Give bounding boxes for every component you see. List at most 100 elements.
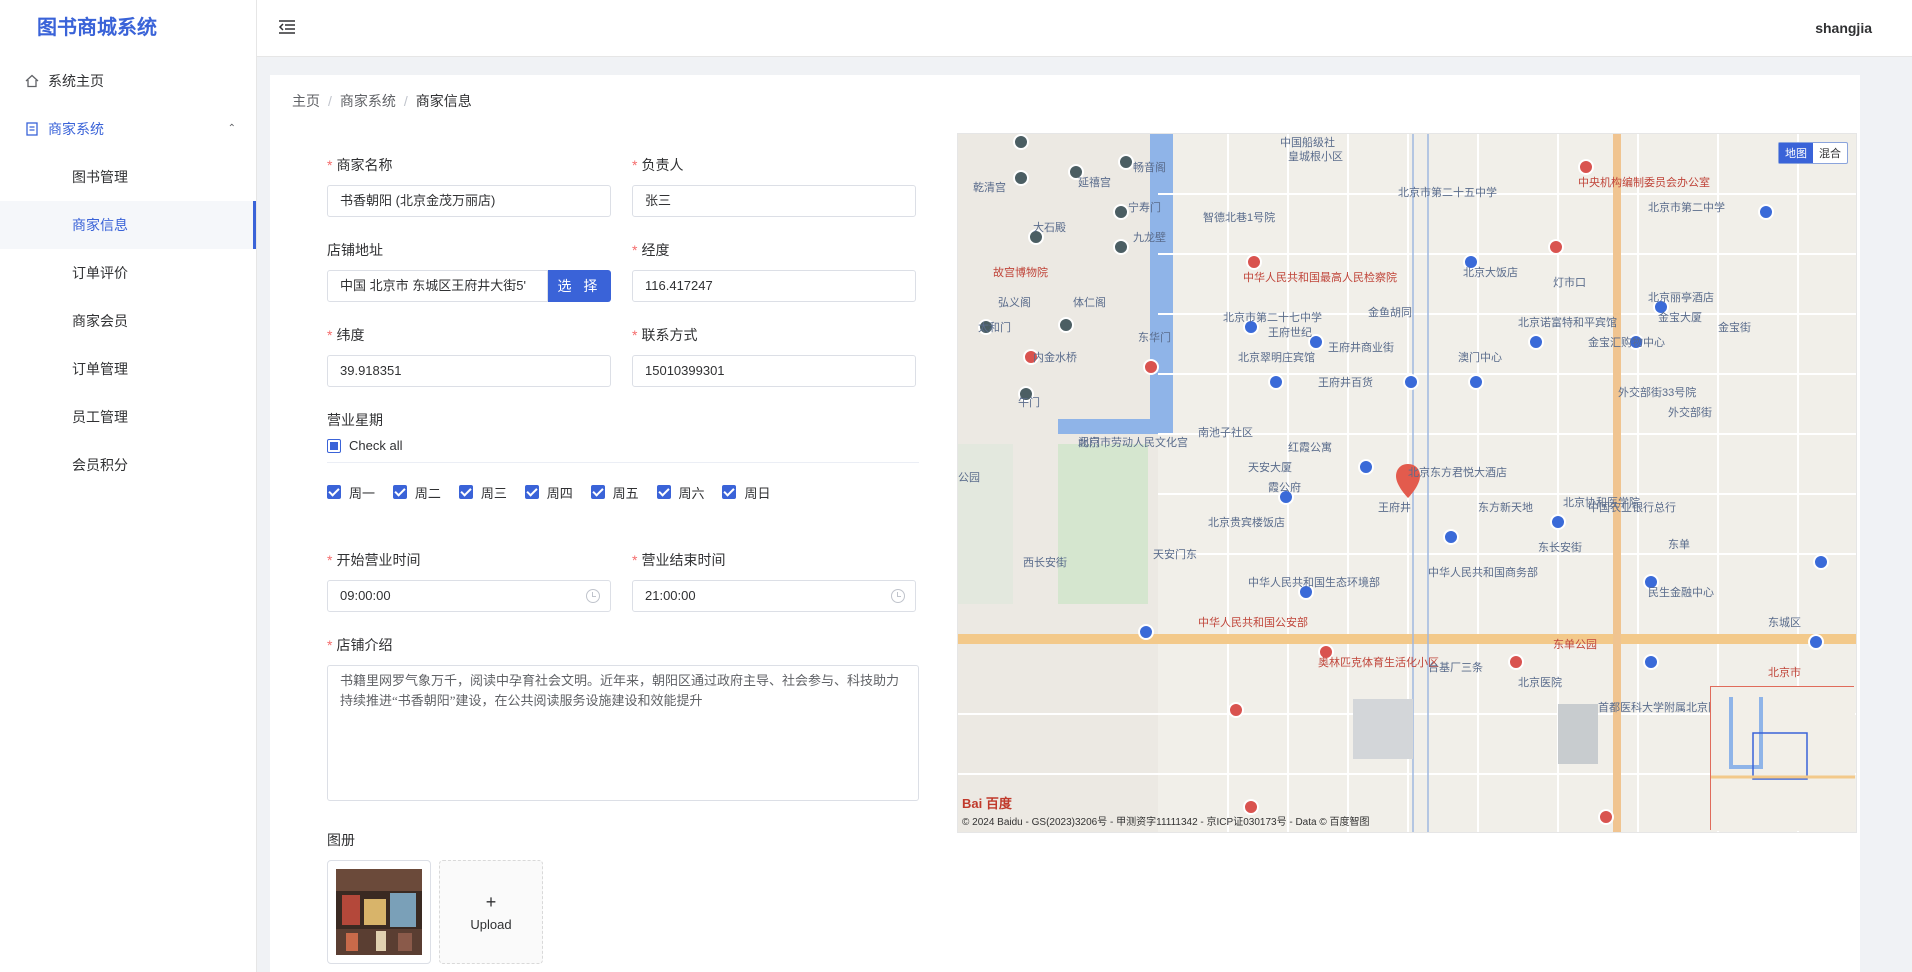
breadcrumb-current: 商家信息 [415, 93, 472, 109]
sidebar-item-label: 系统主页 [48, 73, 104, 89]
sidebar-item-label: 商家信息 [72, 217, 128, 233]
address-input[interactable]: 中国 北京市 东城区王府井大街5' [327, 270, 548, 302]
open-time-picker[interactable]: 09:00:00 [327, 580, 611, 612]
map-poi-icon[interactable] [1113, 239, 1129, 255]
map-type-switch: 地图 混合 [1778, 142, 1848, 164]
map-poi-icon[interactable] [1403, 374, 1419, 390]
map-poi-icon[interactable] [1118, 154, 1134, 170]
map-poi-icon[interactable] [1138, 624, 1154, 640]
contact-input[interactable]: 15010399301 [632, 355, 916, 387]
breadcrumb-merchant[interactable]: 商家系统 [340, 93, 396, 109]
field-album: 图册 + Upload [327, 830, 919, 964]
longitude-input[interactable]: 116.417247 [632, 270, 916, 302]
breadcrumb-home[interactable]: 主页 [292, 93, 320, 109]
latitude-input[interactable]: 39.918351 [327, 355, 611, 387]
map-poi-icon[interactable] [1598, 809, 1614, 825]
map-poi-icon[interactable] [1578, 159, 1594, 175]
app-logo: 图书商城系统 [37, 17, 157, 39]
field-label: 营业星期 [327, 412, 383, 428]
map-poi-icon[interactable] [1508, 654, 1524, 670]
map-poi-icon[interactable] [1268, 374, 1284, 390]
upload-button[interactable]: + Upload [439, 860, 543, 964]
field-close-time: * 营业结束时间 21:00:00 [632, 550, 916, 612]
map-place-label: 南池子社区 [1198, 427, 1253, 439]
field-manager: * 负责人 张三 [632, 155, 916, 217]
field-label: 店铺介绍 [336, 637, 393, 653]
map-place-label: 东城区 [1768, 617, 1801, 629]
map-poi-icon[interactable] [1550, 514, 1566, 530]
map-poi-icon[interactable] [1058, 317, 1074, 333]
sidebar-group-label: 商家系统 [48, 121, 104, 137]
sidebar-item-points[interactable]: 会员积分 [0, 441, 256, 489]
sidebar-item-order-review[interactable]: 订单评价 [0, 249, 256, 297]
map-place-label: 王府井 [1378, 502, 1411, 514]
map-poi-icon[interactable] [1143, 359, 1159, 375]
map-place-label: 外交部街33号院 [1618, 387, 1697, 399]
map-poi-icon[interactable] [1246, 254, 1262, 270]
shop-name-input[interactable]: 书香朝阳 (北京金茂万丽店) [327, 185, 611, 217]
map-poi-icon[interactable] [1813, 554, 1829, 570]
weekday-checkbox-tue[interactable]: 周二 [392, 483, 441, 502]
intro-textarea[interactable]: 书籍里网罗气象万千，阅读中孕育社会文明。近年来，朝阳区通过政府主导、社会参与、科… [327, 665, 919, 801]
map-place-label: 东单 [1668, 539, 1690, 551]
map-place-label: 北京东方君悦大酒店 [1408, 467, 1507, 479]
field-label: 商家名称 [336, 157, 393, 173]
map-poi-icon[interactable] [1548, 239, 1564, 255]
map-place-label: 北京翠明庄宾馆 [1238, 352, 1315, 364]
map-place-label: 乾清宫 [973, 182, 1006, 194]
map-place-label: 智德北巷1号院 [1203, 212, 1276, 224]
map-poi-icon[interactable] [1443, 529, 1459, 545]
weekday-checkbox-sat[interactable]: 周六 [656, 483, 705, 502]
close-time-picker[interactable]: 21:00:00 [632, 580, 916, 612]
map-poi-icon[interactable] [1758, 204, 1774, 220]
map-place-label: 北京诺富特和平宾馆 [1518, 317, 1617, 329]
sidebar-item-books[interactable]: 图书管理 [0, 153, 256, 201]
weekday-checkbox-sun[interactable]: 周日 [722, 483, 770, 502]
album-image[interactable] [327, 860, 431, 964]
manager-input[interactable]: 张三 [632, 185, 916, 217]
map-poi-icon[interactable] [1113, 204, 1129, 220]
map-poi-icon[interactable] [1528, 334, 1544, 350]
map-place-label: 弘义阁 [998, 297, 1031, 309]
map-place-label: 外交部街 [1668, 407, 1712, 419]
map-place-label: 灯市口 [1553, 277, 1586, 289]
weekday-checkbox-wed[interactable]: 周三 [458, 483, 507, 502]
sidebar-item-merchant-info[interactable]: 商家信息 [0, 201, 256, 249]
sidebar-item-label: 订单管理 [72, 361, 128, 377]
sidebar-group-merchant[interactable]: 商家系统 ⌃ [0, 105, 256, 153]
checkbox-label: 周日 [744, 485, 771, 501]
map-place-label: 北京市劳动人民文化宫 [1078, 437, 1188, 449]
sidebar-item-orders[interactable]: 订单管理 [0, 345, 256, 393]
sidebar-item-members[interactable]: 商家会员 [0, 297, 256, 345]
field-label: 经度 [641, 242, 670, 258]
map-poi-icon[interactable] [1358, 459, 1374, 475]
field-open-time: * 开始营业时间 09:00:00 [327, 550, 611, 612]
menu-fold-icon[interactable] [277, 17, 299, 39]
field-address: 店铺地址 中国 北京市 东城区王府井大街5' 选 择 [327, 240, 611, 302]
sidebar-item-staff[interactable]: 员工管理 [0, 393, 256, 441]
map-place-label: 体仁阁 [1073, 297, 1106, 309]
map-type-hybrid-button[interactable]: 混合 [1813, 143, 1847, 163]
map-poi-icon[interactable] [1013, 170, 1029, 186]
baidu-map[interactable]: 中国船级社 皇城根小区 北京市第二十五中学 中央机构编制委员会办公室 北京市第二中学 乾清… [957, 133, 1857, 833]
map-type-map-button[interactable]: 地图 [1779, 143, 1813, 163]
sidebar-item-home[interactable]: 系统主页 [0, 57, 256, 105]
user-name[interactable]: shangjia [1815, 20, 1872, 36]
map-place-label: 东长安街 [1538, 542, 1582, 554]
clock-icon [586, 589, 600, 603]
map-poi-icon[interactable] [1808, 634, 1824, 650]
weekday-checkbox-mon[interactable]: 周一 [327, 483, 375, 502]
document-icon [24, 121, 40, 137]
field-label: 纬度 [336, 327, 365, 343]
map-place-label: 公园 [958, 472, 980, 484]
weekday-checkbox-fri[interactable]: 周五 [590, 483, 639, 502]
map-overview[interactable] [1710, 686, 1855, 831]
check-all-checkbox[interactable]: Check all [327, 438, 402, 453]
field-longitude: * 经度 116.417247 [632, 240, 916, 302]
map-poi-icon[interactable] [1643, 654, 1659, 670]
map-poi-icon[interactable] [1228, 702, 1244, 718]
weekday-checkbox-thu[interactable]: 周四 [524, 483, 573, 502]
map-poi-icon[interactable] [1468, 374, 1484, 390]
select-address-button[interactable]: 选 择 [548, 270, 611, 302]
map-poi-icon[interactable] [1013, 134, 1029, 150]
